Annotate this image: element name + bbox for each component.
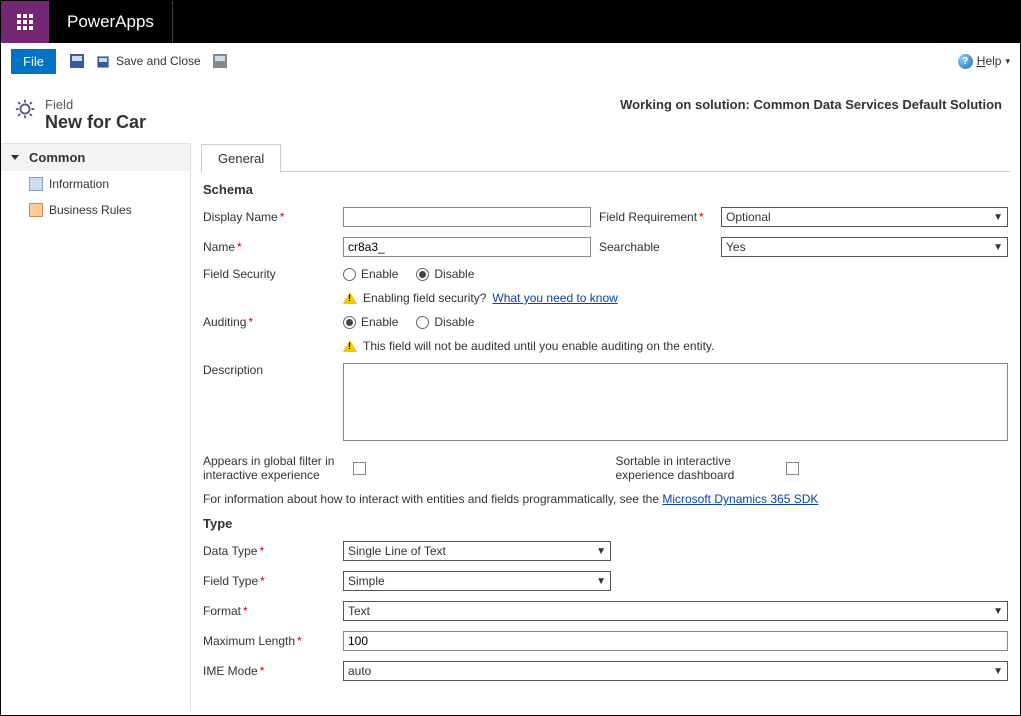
field-requirement-select[interactable]: Optional▼ [721,207,1008,227]
radio-icon [416,316,429,329]
data-type-label: Data Type [203,544,257,558]
brand-name: PowerApps [49,1,173,43]
entity-icon [13,97,37,121]
solution-name: Common Data Services Default Solution [754,97,1003,112]
help-dropdown-caret[interactable]: ▾ [1005,56,1010,67]
auditing-enable-radio[interactable]: Enable [343,315,398,329]
searchable-select[interactable]: Yes▼ [721,237,1008,257]
page-title: New for Car [45,112,146,133]
field-security-disable-radio[interactable]: Disable [416,267,474,281]
chevron-down-icon: ▼ [993,666,1003,677]
name-label: Name [203,240,235,254]
save-close-label: Save and Close [116,54,201,68]
display-name-label: Display Name [203,210,278,224]
sidebar-item-label: Information [49,177,109,191]
max-length-label: Maximum Length [203,634,295,648]
solution-label: Working on solution: [620,97,750,112]
chevron-down-icon: ▼ [596,576,606,587]
sidebar-item-information[interactable]: Information [1,171,190,197]
field-type-label: Field Type [203,574,258,588]
format-select[interactable]: Text▼ [343,601,1008,621]
searchable-label: Searchable [599,240,660,254]
appears-filter-checkbox[interactable] [353,462,366,475]
sortable-label: Sortable in interactive experience dashb… [616,454,776,482]
audit-warning-text: This field will not be audited until you… [363,339,714,353]
sidebar-item-business-rules[interactable]: Business Rules [1,197,190,223]
data-type-select[interactable]: Single Line of Text▼ [343,541,611,561]
appears-filter-label: Appears in global filter in interactive … [203,454,343,482]
radio-icon [343,268,356,281]
section-type-title: Type [203,516,1008,531]
section-schema-title: Schema [203,182,1008,197]
format-label: Format [203,604,241,618]
field-type-select[interactable]: Simple▼ [343,571,611,591]
file-button[interactable]: File [11,49,56,74]
sidebar-section-common[interactable]: Common [1,144,190,171]
auditing-disable-radio[interactable]: Disable [416,315,474,329]
description-input[interactable] [343,363,1008,441]
warning-icon [343,292,357,304]
radio-icon [416,268,429,281]
auditing-label: Auditing [203,315,246,329]
save-icon [70,54,84,68]
field-security-label: Field Security [203,267,276,281]
chevron-down-icon: ▼ [993,212,1003,223]
ime-mode-label: IME Mode [203,664,258,678]
max-length-input[interactable] [343,631,1008,651]
information-icon [29,177,43,191]
name-input[interactable] [343,237,591,257]
save-button[interactable] [70,54,84,68]
collapse-icon [11,155,19,160]
chevron-down-icon: ▼ [993,242,1003,253]
sortable-checkbox[interactable] [786,462,799,475]
other-action-button[interactable] [213,54,227,68]
help-link[interactable]: Help [977,54,1002,68]
rules-icon [29,203,43,217]
ime-mode-select[interactable]: auto▼ [343,661,1008,681]
chevron-down-icon: ▼ [596,546,606,557]
display-name-input[interactable] [343,207,591,227]
action-icon [213,54,227,68]
description-label: Description [203,363,263,377]
save-close-icon [96,53,112,69]
field-security-enable-radio[interactable]: Enable [343,267,398,281]
radio-icon [343,316,356,329]
sdk-info-text: For information about how to interact wi… [203,492,662,506]
fs-warning-link[interactable]: What you need to know [492,291,617,305]
sdk-link[interactable]: Microsoft Dynamics 365 SDK [662,492,818,506]
breadcrumb: Field [45,97,146,112]
sidebar-item-label: Business Rules [49,203,132,217]
app-launcher[interactable] [1,1,49,43]
waffle-icon [17,14,33,30]
fs-warning-text: Enabling field security? [363,291,486,305]
save-and-close-button[interactable]: Save and Close [96,53,201,69]
help-icon: ? [958,54,973,69]
tab-general[interactable]: General [201,144,281,173]
field-requirement-label: Field Requirement [599,210,697,224]
warning-icon [343,340,357,352]
chevron-down-icon: ▼ [993,606,1003,617]
